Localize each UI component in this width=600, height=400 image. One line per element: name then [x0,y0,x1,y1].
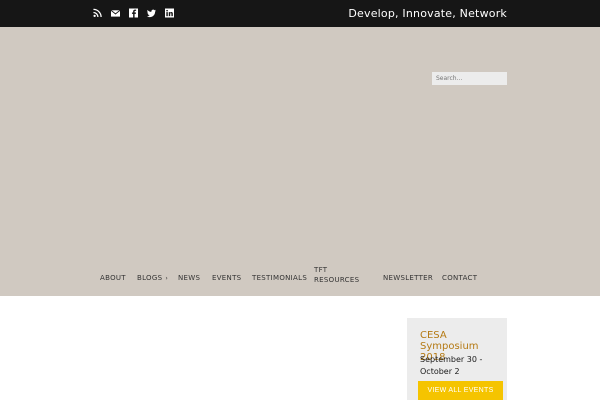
rss-icon[interactable] [93,7,102,19]
nav-item-blogs[interactable]: BLOGS › [137,273,168,284]
nav-item-label: TFT RESOURCES [314,266,360,284]
nav-item-events[interactable]: EVENTS [212,273,241,283]
nav-item-testimonials[interactable]: TESTIMONIALS [252,273,307,283]
nav-item-news[interactable]: NEWS [178,273,200,283]
chevron-down-icon: › [165,275,169,282]
view-all-events-button[interactable]: VIEW ALL EVENTS [418,381,503,400]
main-nav: ABOUT BLOGS › NEWS EVENTS TESTIMONIALS TF… [0,264,600,294]
twitter-icon[interactable] [147,7,156,19]
linkedin-icon[interactable] [165,7,174,19]
nav-item-label: BLOGS [137,274,163,282]
site-tagline: Develop, Innovate, Network [348,7,507,20]
search-input[interactable] [432,72,507,85]
nav-item-label: ABOUT [100,274,126,282]
nav-item-tft-resources[interactable]: TFT RESOURCES [314,265,366,285]
facebook-icon[interactable] [129,7,138,19]
top-bar: Develop, Innovate, Network [0,0,600,27]
nav-item-label: NEWSLETTER [383,274,434,282]
social-links [93,7,174,19]
nav-item-label: EVENTS [212,274,242,282]
email-icon[interactable] [111,7,120,19]
nav-item-label: TESTIMONIALS [252,274,308,282]
nav-item-label: CONTACT [442,274,478,282]
nav-item-label: NEWS [178,274,201,282]
upcoming-event-widget: CESA Symposium 2018 September 30 - Octob… [407,318,507,400]
event-date: September 30 - October 2 [420,355,483,376]
nav-item-contact[interactable]: CONTACT [442,273,477,283]
nav-item-newsletter[interactable]: NEWSLETTER [383,273,433,283]
site-header [0,27,600,296]
nav-item-about[interactable]: ABOUT [100,273,126,283]
